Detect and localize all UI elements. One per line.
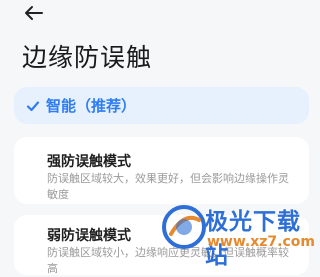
back-button[interactable] bbox=[22, 3, 46, 23]
check-icon bbox=[26, 101, 40, 112]
option-label: 智能（推荐） bbox=[46, 97, 137, 115]
option-smart[interactable]: 智能（推荐） bbox=[14, 87, 309, 124]
option-strong[interactable]: 强防误触模式 防误触区域较大，效果更好，但会影响边缘操作灵敏度 bbox=[14, 137, 309, 204]
back-arrow-icon bbox=[25, 6, 43, 20]
page-title: 边缘防误触 bbox=[22, 43, 153, 72]
watermark-url: www.xz7.com bbox=[207, 234, 315, 250]
option-label: 强防误触模式 bbox=[47, 154, 131, 170]
watermark-logo-icon bbox=[162, 205, 206, 249]
option-label: 弱防误触模式 bbox=[47, 228, 131, 244]
watermark: 极光下载站 www.xz7.com bbox=[161, 198, 315, 269]
